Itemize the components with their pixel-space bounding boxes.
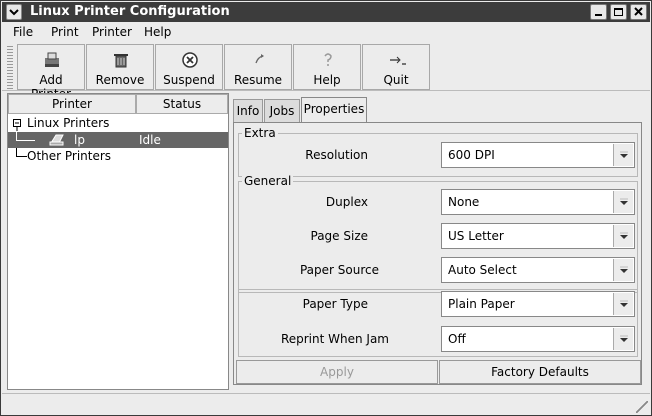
resolution-label: Resolution [305, 148, 368, 162]
reprint-when-jam-value: Off [448, 332, 466, 346]
maximize-icon [614, 8, 623, 16]
duplex-value: None [448, 195, 480, 209]
window-title: Linux Printer Configuration [30, 4, 230, 19]
trash-icon [114, 54, 128, 68]
minimize-icon [595, 14, 602, 16]
tree-expander-icon[interactable] [11, 115, 25, 131]
tab-info[interactable]: Info [233, 99, 263, 123]
tree-group-other-printers[interactable]: Other Printers [8, 148, 228, 164]
dropdown-arrow-icon [620, 266, 628, 273]
toolbar: Add Printer Remove Suspend Resume Help [2, 43, 650, 101]
quit-icon [390, 56, 406, 65]
tab-jobs[interactable]: Jobs [264, 99, 300, 123]
dropdown-arrow-icon [620, 232, 628, 239]
close-button[interactable] [630, 4, 647, 20]
paper-source-select[interactable]: Auto Select [441, 257, 635, 283]
menu-printer[interactable]: Printer [92, 25, 132, 39]
printer-name: lp [74, 133, 85, 147]
reprint-when-jam-select[interactable]: Off [441, 326, 635, 352]
factory-defaults-button[interactable]: Factory Defaults [439, 360, 641, 384]
resume-label: Resume [233, 73, 283, 87]
tree-branch-icon [16, 132, 35, 141]
add-printer-button[interactable]: Add Printer [17, 44, 85, 101]
resolution-value: 600 DPI [448, 148, 495, 162]
paper-type-select[interactable]: Plain Paper [441, 291, 635, 317]
resume-arrow-icon [255, 54, 264, 64]
quit-label: Quit [383, 73, 409, 87]
dropdown-arrow-icon [620, 151, 628, 158]
menu-file[interactable]: File [13, 25, 33, 39]
quit-button[interactable]: Quit [362, 44, 430, 90]
printer-tree[interactable]: Printer Status Linux Printers lp Idle Ot… [7, 93, 229, 390]
resize-grip[interactable] [636, 401, 648, 413]
page-size-value: US Letter [448, 229, 504, 243]
general-frame-label: General [242, 174, 294, 188]
apply-button[interactable]: Apply [236, 360, 438, 384]
tab-properties[interactable]: Properties [301, 97, 367, 124]
printer-add-icon [45, 52, 59, 67]
duplex-label: Duplex [325, 195, 368, 209]
column-header-status[interactable]: Status [136, 94, 228, 114]
paper-source-value: Auto Select [448, 263, 517, 277]
printer-row-lp[interactable]: lp Idle [8, 132, 228, 148]
menu-help[interactable]: Help [144, 25, 171, 39]
paper-type-value: Plain Paper [448, 297, 515, 311]
main-window: Linux Printer Configuration File Print P… [0, 0, 652, 416]
help-button[interactable]: Help [293, 44, 361, 90]
resume-button[interactable]: Resume [224, 44, 292, 90]
stop-icon [182, 52, 198, 68]
paper-type-label: Paper Type [302, 297, 368, 311]
dropdown-arrow-icon [620, 198, 628, 205]
dropdown-arrow-icon [620, 300, 628, 307]
tree-group-label: Linux Printers [27, 116, 110, 130]
help-label: Help [313, 73, 341, 87]
column-header-printer[interactable]: Printer [8, 94, 136, 114]
menu-print[interactable]: Print [51, 25, 79, 39]
chevron-down-icon [9, 9, 19, 16]
minimize-button[interactable] [590, 4, 607, 20]
toolbar-grip[interactable] [7, 45, 13, 89]
help-icon [324, 53, 332, 66]
printer-status: Idle [139, 133, 161, 147]
title-bar[interactable]: Linux Printer Configuration [2, 2, 650, 22]
suspend-label: Suspend [163, 73, 215, 87]
reprint-when-jam-label: Reprint When Jam [280, 332, 389, 346]
extra-frame-label: Extra [242, 126, 278, 140]
window-menu-button[interactable] [6, 4, 22, 20]
close-icon [634, 7, 643, 16]
page-size-label: Page Size [310, 229, 369, 243]
paper-source-label: Paper Source [299, 263, 379, 277]
duplex-select[interactable]: None [441, 189, 635, 215]
tree-group-linux-printers[interactable]: Linux Printers [8, 115, 228, 131]
printer-icon [49, 134, 64, 146]
status-bar [2, 393, 650, 415]
maximize-button[interactable] [610, 4, 627, 20]
remove-button[interactable]: Remove [86, 44, 154, 90]
dropdown-arrow-icon [620, 335, 628, 342]
suspend-button[interactable]: Suspend [155, 44, 223, 90]
tree-group-label: Other Printers [27, 149, 112, 163]
properties-panel: Extra Resolution 600 DPI General Duplex … [233, 122, 642, 385]
remove-label: Remove [95, 73, 145, 87]
menu-bar: File Print Printer Help [2, 22, 650, 43]
resolution-select[interactable]: 600 DPI [441, 142, 635, 168]
page-size-select[interactable]: US Letter [441, 223, 635, 249]
